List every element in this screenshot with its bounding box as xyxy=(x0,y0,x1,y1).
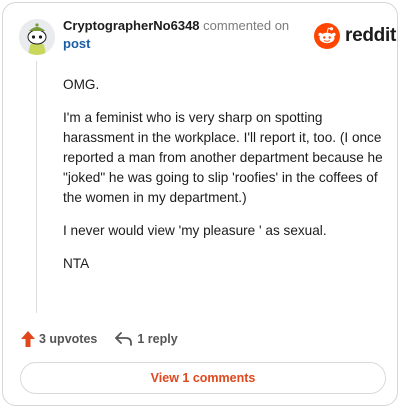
reply-count: 1 reply xyxy=(137,332,178,346)
comment-card: CryptographerNo6348 commented on post re… xyxy=(2,2,398,406)
comment-paragraph: I'm a feminist who is very sharp on spot… xyxy=(63,110,383,205)
upvote-count: 3 upvotes xyxy=(39,332,98,346)
comment-actions: 3 upvotes 1 reply xyxy=(21,329,178,349)
thread-line xyxy=(36,61,37,313)
upvote-button[interactable]: 3 upvotes xyxy=(21,331,97,347)
reply-button[interactable]: 1 reply xyxy=(115,332,178,346)
snoo-avatar-icon xyxy=(19,19,55,55)
comment-paragraph: I never would view 'my pleasure ' as sex… xyxy=(63,223,327,238)
post-link[interactable]: post xyxy=(63,36,90,51)
comment-paragraph: NTA xyxy=(63,256,90,271)
upvote-arrow-icon xyxy=(21,331,35,347)
action-text: commented on xyxy=(203,18,290,33)
username-link[interactable]: CryptographerNo6348 xyxy=(63,18,200,33)
reddit-logo[interactable]: reddit xyxy=(314,23,396,49)
comment-header: CryptographerNo6348 commented on xyxy=(63,18,289,33)
reddit-wordmark: reddit xyxy=(345,25,396,46)
view-comments-button[interactable]: View 1 comments xyxy=(20,362,386,394)
avatar[interactable] xyxy=(19,19,55,55)
comment-paragraph: OMG. xyxy=(63,77,100,92)
reddit-logo-icon xyxy=(314,23,340,49)
comment-body: OMG. I'm a feminist who is very sharp on… xyxy=(63,75,383,287)
reply-arrow-icon xyxy=(115,332,133,346)
